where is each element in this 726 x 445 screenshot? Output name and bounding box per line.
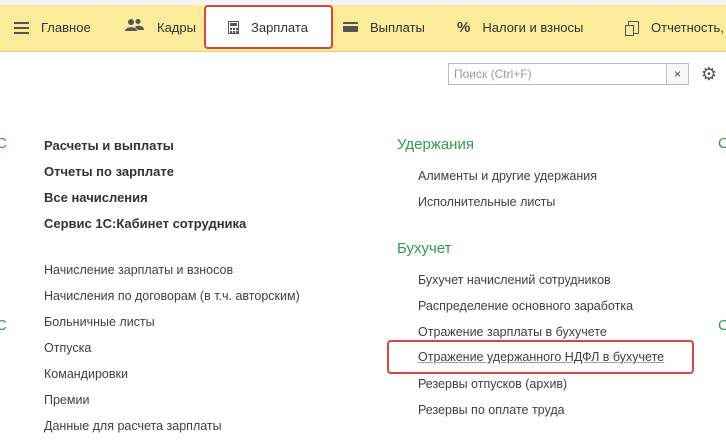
card-icon [343,22,358,32]
tab-label: Кадры [157,19,196,35]
tab-label: Выплаты [370,19,425,35]
tab-payments[interactable]: Выплаты [343,5,425,49]
calculator-icon [228,20,239,34]
link-vacations[interactable]: Отпуска [44,340,91,356]
link-sick-leaves[interactable]: Больничные листы [44,314,155,330]
link-vacation-reserves-archive[interactable]: Резервы отпусков (архив) [418,376,567,392]
link-payroll-accrual[interactable]: Начисление зарплаты и взносов [44,262,233,278]
search-input[interactable] [448,63,667,85]
tab-label: Зарплата [251,19,308,35]
link-all-accruals[interactable]: Все начисления [44,190,148,206]
tab-reporting[interactable]: Отчетность, с [624,5,726,49]
percent-icon: % [457,18,471,36]
link-business-trips[interactable]: Командировки [44,366,128,382]
link-labor-payment-reserves[interactable]: Резервы по оплате труда [418,402,565,418]
right-edge-header-fragment: С [718,317,726,334]
search-clear-button[interactable]: × [667,63,689,85]
gear-icon[interactable]: ⚙ [698,63,720,85]
link-salary-reports[interactable]: Отчеты по зарплате [44,164,174,180]
section-menu-bar: Главное Кадры Зарплата Выплаты % Налоги … [0,0,726,52]
tab-personnel[interactable]: Кадры [125,5,196,49]
section-header-deductions: Удержания [397,136,474,153]
tab-main[interactable]: Главное [14,5,91,49]
link-employee-cabinet-service[interactable]: Сервис 1С:Кабинет сотрудника [44,216,246,232]
link-contract-accruals[interactable]: Начисления по договорам (в т.ч. авторски… [44,288,300,304]
link-alimony-deductions[interactable]: Алименты и другие удержания [418,168,597,184]
link-base-earnings-distribution[interactable]: Распределение основного заработка [418,298,633,314]
link-writs-of-execution[interactable]: Исполнительные листы [418,194,555,210]
right-edge-header-fragment: С [718,135,726,152]
link-ndfl-accounting-reflection[interactable]: Отражение удержанного НДФЛ в бухучете [418,349,664,365]
menu-icon [14,21,29,34]
tab-label: Главное [41,19,91,35]
link-payroll-data[interactable]: Данные для расчета зарплаты [44,418,222,434]
tab-salary[interactable]: Зарплата [204,5,333,49]
link-bonuses[interactable]: Премии [44,392,89,408]
section-header-accounting: Бухучет [397,240,452,257]
left-edge-header-fragment: С [0,135,7,152]
link-employee-accruals-accounting[interactable]: Бухучет начислений сотрудников [418,272,611,288]
tab-taxes[interactable]: % Налоги и взносы [457,5,583,49]
report-icon [625,20,639,36]
left-edge-header-fragment: С [0,317,7,334]
tab-label: Налоги и взносы [482,19,584,35]
tab-label: Отчетность, с [651,19,726,35]
link-calculations-payments[interactable]: Расчеты и выплаты [44,138,174,154]
link-salary-accounting-reflection[interactable]: Отражение зарплаты в бухучете [418,324,607,340]
people-icon [125,18,145,36]
